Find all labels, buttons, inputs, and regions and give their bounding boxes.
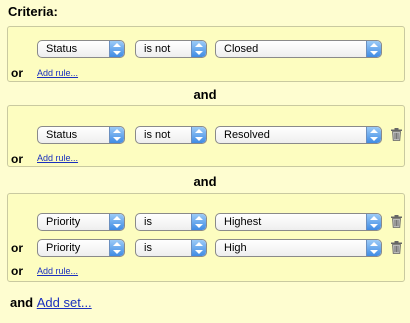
- add-rule-link[interactable]: Add rule...: [37, 153, 78, 163]
- operator-select[interactable]: is: [135, 239, 207, 257]
- updown-arrows-icon: [191, 214, 206, 230]
- value-select-value: Resolved: [224, 129, 270, 141]
- add-set-link[interactable]: Add set...: [37, 295, 92, 310]
- operator-select[interactable]: is not: [135, 126, 207, 144]
- field-select[interactable]: Priority: [37, 239, 125, 257]
- value-select-value: Highest: [224, 216, 262, 228]
- rule-row: Status is not Resolved: [8, 126, 404, 148]
- updown-arrows-icon: [109, 127, 124, 143]
- updown-arrows-icon: [109, 41, 124, 57]
- operator-select[interactable]: is not: [135, 40, 207, 58]
- field-select[interactable]: Status: [37, 126, 125, 144]
- value-select[interactable]: High: [215, 239, 382, 257]
- field-select[interactable]: Priority: [37, 213, 125, 231]
- operator-select-value: is not: [144, 129, 171, 141]
- field-select-value: Priority: [46, 216, 81, 228]
- field-select-value: Status: [46, 129, 78, 141]
- updown-arrows-icon: [191, 127, 206, 143]
- or-label: or: [11, 152, 23, 166]
- value-select-value: Closed: [224, 43, 259, 55]
- and-connector: and: [193, 87, 217, 102]
- footer: and Add set...: [10, 295, 92, 310]
- criteria-set-1: Status is not Closed or Add rule...: [7, 26, 405, 82]
- trash-icon[interactable]: [391, 215, 402, 231]
- updown-arrows-icon: [366, 214, 381, 230]
- updown-arrows-icon: [109, 214, 124, 230]
- and-connector: and: [193, 174, 217, 189]
- criteria-title: Criteria:: [8, 4, 58, 19]
- value-select[interactable]: Resolved: [215, 126, 382, 144]
- criteria-set-3: Priority is Highest or Priority is High …: [7, 193, 405, 282]
- operator-select-value: is not: [144, 43, 171, 55]
- value-select[interactable]: Highest: [215, 213, 382, 231]
- trash-icon[interactable]: [391, 241, 402, 257]
- trash-icon[interactable]: [391, 128, 402, 144]
- rule-row: Priority is High: [8, 239, 404, 261]
- operator-select[interactable]: is: [135, 213, 207, 231]
- add-rule-link[interactable]: Add rule...: [37, 68, 78, 78]
- updown-arrows-icon: [366, 127, 381, 143]
- criteria-set-2: Status is not Resolved or Add rule...: [7, 105, 405, 167]
- updown-arrows-icon: [191, 41, 206, 57]
- updown-arrows-icon: [366, 240, 381, 256]
- operator-select-value: is: [144, 242, 152, 254]
- value-select[interactable]: Closed: [215, 40, 382, 58]
- field-select-value: Priority: [46, 242, 81, 254]
- or-label: or: [11, 66, 23, 80]
- rule-row: Status is not Closed: [8, 40, 404, 62]
- updown-arrows-icon: [109, 240, 124, 256]
- updown-arrows-icon: [366, 41, 381, 57]
- add-rule-link[interactable]: Add rule...: [37, 266, 78, 276]
- updown-arrows-icon: [191, 240, 206, 256]
- footer-and-label: and: [10, 295, 34, 310]
- operator-select-value: is: [144, 216, 152, 228]
- field-select[interactable]: Status: [37, 40, 125, 58]
- value-select-value: High: [224, 242, 247, 254]
- or-label: or: [11, 264, 23, 278]
- rule-row: Priority is Highest: [8, 213, 404, 235]
- field-select-value: Status: [46, 43, 78, 55]
